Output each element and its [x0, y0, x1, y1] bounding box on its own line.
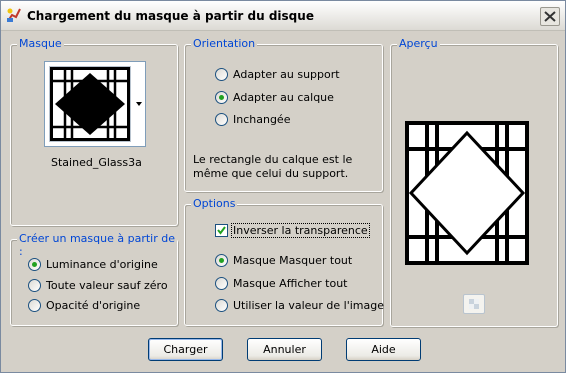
- radio-indicator[interactable]: [215, 298, 228, 312]
- radio-inchangee[interactable]: Inchangée: [215, 112, 290, 126]
- app-icon: [6, 7, 22, 23]
- radio-indicator[interactable]: [215, 112, 228, 126]
- title-bar[interactable]: Chargement du masque à partir du disque: [1, 1, 565, 31]
- annuler-button[interactable]: Annuler: [247, 338, 322, 361]
- checkbox-inverser-transparence[interactable]: Inverser la transparence: [215, 222, 370, 238]
- radio-adapter-calque[interactable]: Adapter au calque: [215, 90, 334, 104]
- radio-indicator[interactable]: [28, 298, 41, 312]
- close-button[interactable]: [540, 7, 560, 26]
- radio-indicator[interactable]: [215, 276, 228, 290]
- radio-valeur-image[interactable]: Utiliser la valeur de l'image: [215, 298, 384, 312]
- charger-button[interactable]: Charger: [148, 338, 223, 361]
- options-group-label: Options: [191, 197, 238, 210]
- orientation-group-label: Orientation: [191, 37, 258, 50]
- radio-toute-valeur[interactable]: Toute valeur sauf zéro: [28, 278, 168, 292]
- radio-indicator-selected[interactable]: [215, 90, 228, 104]
- radio-indicator[interactable]: [215, 67, 228, 81]
- mask-name: Stained_Glass3a: [51, 156, 142, 169]
- radio-label: Utiliser la valeur de l'image: [233, 298, 384, 312]
- radio-label: Opacité d'origine: [46, 298, 141, 312]
- dialog-window: Chargement du masque à partir du disque …: [0, 0, 566, 373]
- radio-label: Adapter au calque: [233, 90, 334, 104]
- creer-group-label: Créer un masque à partir de :: [17, 232, 177, 258]
- radio-label: Toute valeur sauf zéro: [46, 278, 168, 292]
- radio-afficher-tout[interactable]: Masque Afficher tout: [215, 276, 347, 290]
- radio-indicator[interactable]: [28, 278, 41, 292]
- radio-indicator-selected[interactable]: [28, 257, 41, 271]
- checkbox-indicator[interactable]: [215, 223, 228, 237]
- radio-label: Inchangée: [233, 112, 291, 126]
- apercu-group-label: Aperçu: [397, 37, 440, 50]
- radio-label: Masque Masquer tout: [233, 253, 353, 267]
- radio-label: Masque Afficher tout: [233, 276, 348, 290]
- chevron-down-icon: [136, 102, 142, 106]
- aide-button[interactable]: Aide: [346, 338, 421, 361]
- dialog-title: Chargement du masque à partir du disque: [27, 9, 314, 23]
- mask-thumbnail: [47, 64, 133, 144]
- radio-indicator-selected[interactable]: [215, 253, 228, 267]
- preview-image: [405, 121, 529, 265]
- masque-group-label: Masque: [17, 37, 64, 50]
- radio-opacite[interactable]: Opacité d'origine: [28, 298, 140, 312]
- radio-masquer-tout[interactable]: Masque Masquer tout: [215, 253, 352, 267]
- checkbox-label: Inverser la transparence: [231, 222, 370, 238]
- radio-label: Luminance d'origine: [46, 257, 158, 271]
- radio-luminance[interactable]: Luminance d'origine: [28, 257, 158, 271]
- close-icon: [544, 11, 556, 22]
- checkerboard-icon: [469, 299, 479, 309]
- checkmark-icon: [217, 225, 226, 235]
- radio-label: Adapter au support: [233, 67, 340, 81]
- mask-selector[interactable]: [44, 61, 146, 147]
- preview-toggle-button[interactable]: [463, 294, 485, 314]
- mask-dropdown-button[interactable]: [133, 62, 145, 146]
- orientation-description: Le rectangle du calque est le même que c…: [193, 153, 353, 180]
- radio-adapter-support[interactable]: Adapter au support: [215, 67, 340, 81]
